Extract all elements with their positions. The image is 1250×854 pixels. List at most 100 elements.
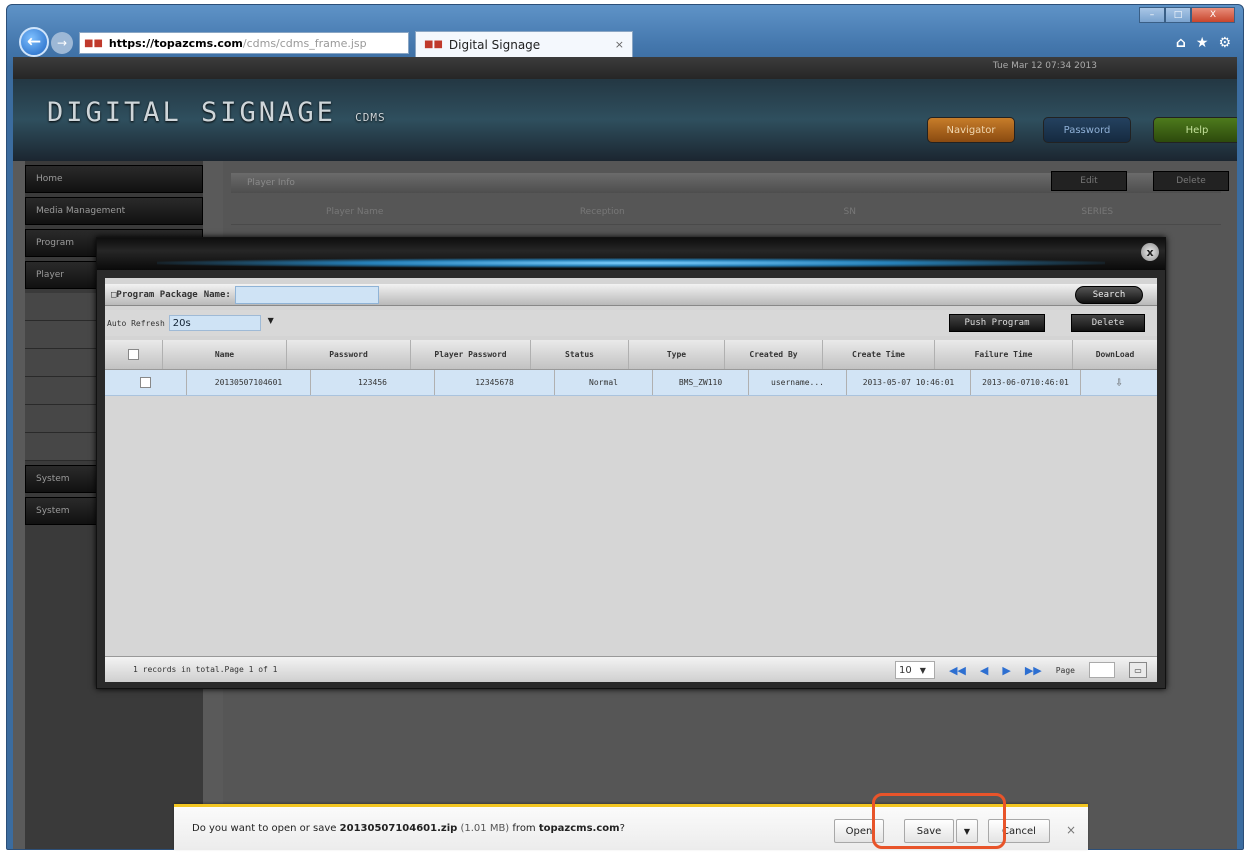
package-search-bar: □ Program Package Name: Search	[105, 284, 1157, 306]
download-filename: 20130507104601.zip	[339, 823, 458, 834]
auto-refresh-label: Auto Refresh	[107, 318, 165, 328]
pagination-bar: 1 records in total.Page 1 of 1 10 ▼ ◀◀ ◀ …	[105, 656, 1157, 682]
prompt-suffix: ?	[619, 823, 625, 834]
push-program-button[interactable]: Push Program	[949, 314, 1045, 332]
pagination-controls: 10 ▼ ◀◀ ◀ ▶ ▶▶ Page ▭	[894, 661, 1147, 679]
last-page-icon[interactable]: ▶▶	[1025, 664, 1042, 677]
cell-type: BMS_ZW110	[653, 370, 749, 395]
select-all-cell[interactable]	[105, 340, 163, 369]
col-header-create-time[interactable]: Create Time	[823, 340, 935, 369]
col-header-type[interactable]: Type	[629, 340, 725, 369]
col-header-password[interactable]: Password	[287, 340, 411, 369]
chevron-down-icon: ▼	[963, 826, 971, 836]
sidebar-item-home[interactable]: Home	[25, 165, 203, 193]
auto-refresh-value: 20s	[172, 317, 191, 329]
prompt-prefix: Do you want to open or save	[192, 823, 337, 834]
url-host: https://topazcms.com	[108, 36, 243, 50]
row-select-cell[interactable]	[105, 370, 187, 395]
save-options-button[interactable]: ▼	[956, 819, 978, 843]
prev-page-icon[interactable]: ◀	[980, 664, 988, 677]
table-row[interactable]: 20130507104601 123456 12345678 Normal BM…	[105, 370, 1157, 396]
bg-col-header: SN	[843, 206, 856, 217]
row-checkbox[interactable]	[140, 377, 151, 388]
modal-close-icon[interactable]: x	[1141, 243, 1159, 261]
program-package-modal: x □ Program Package Name: Search Auto Re…	[96, 237, 1166, 689]
home-icon[interactable]: ⌂	[1176, 35, 1186, 51]
address-bar[interactable]: ■■ https://topazcms.com /cdms/cdms_frame…	[79, 32, 409, 54]
download-notification-bar: Do you want to open or save 201305071046…	[174, 804, 1088, 850]
name-search-input[interactable]	[234, 285, 379, 304]
tab-digital-signage[interactable]: ■■ Digital Signage ×	[415, 31, 633, 57]
col-header-created-by[interactable]: Created By	[725, 340, 823, 369]
page-number-input[interactable]	[1089, 662, 1115, 678]
download-prompt: Do you want to open or save 201305071046…	[192, 823, 625, 834]
favorites-star-icon[interactable]: ★	[1196, 35, 1209, 51]
minimize-button[interactable]: –	[1139, 7, 1165, 23]
cell-create-time: 2013-05-07 10:46:01	[847, 370, 971, 395]
first-page-icon[interactable]: ◀◀	[949, 664, 966, 677]
bg-delete-button[interactable]: Delete	[1153, 171, 1229, 191]
brand-subtitle: CDMS	[355, 111, 386, 124]
tools-gear-icon[interactable]: ⚙	[1218, 35, 1231, 51]
chevron-down-icon[interactable]: ▼	[268, 316, 274, 325]
bg-edit-button[interactable]: Edit	[1051, 171, 1127, 191]
next-page-icon[interactable]: ▶	[1002, 664, 1010, 677]
delete-button[interactable]: Delete	[1071, 314, 1145, 332]
name-label: Name:	[203, 289, 231, 300]
cell-status: Normal	[555, 370, 653, 395]
table-empty-area	[105, 396, 1157, 656]
back-button[interactable]: ←	[19, 27, 49, 57]
password-button[interactable]: Password	[1043, 117, 1131, 143]
topbar-date: Tue Mar 12 07:34 2013	[992, 61, 1097, 71]
help-button[interactable]: Help	[1153, 117, 1237, 143]
save-button[interactable]: Save	[904, 819, 954, 843]
bg-col-header: SERIES	[1081, 206, 1114, 217]
tab-close-icon[interactable]: ×	[615, 38, 624, 51]
cell-name: 20130507104601	[187, 370, 311, 395]
bg-col-header: Player Name	[326, 206, 384, 217]
col-header-download[interactable]: DownLoad	[1073, 340, 1157, 369]
arrow-left-icon: ←	[26, 32, 42, 52]
col-header-status[interactable]: Status	[531, 340, 629, 369]
open-button[interactable]: Open	[834, 819, 884, 843]
go-page-icon[interactable]: ▭	[1129, 662, 1147, 678]
modal-body: □ Program Package Name: Search Auto Refr…	[105, 278, 1157, 682]
page-size-select[interactable]: 10 ▼	[894, 661, 935, 679]
close-window-button[interactable]: X	[1191, 7, 1235, 23]
page-label: Page	[1055, 665, 1075, 675]
brand-title: DIGITAL SIGNAGE	[47, 97, 336, 128]
col-header-name[interactable]: Name	[163, 340, 287, 369]
modal-titlebar	[97, 238, 1165, 270]
brand-logo: DIGITAL SIGNAGE CDMS	[47, 97, 386, 128]
url-path: /cdms/cdms_frame.jsp	[242, 36, 367, 50]
download-icon[interactable]: ⇩	[1115, 375, 1123, 390]
cell-created-by: username...	[749, 370, 847, 395]
cancel-button[interactable]: Cancel	[988, 819, 1050, 843]
col-header-player-password[interactable]: Player Password	[411, 340, 531, 369]
package-label: Program Package	[116, 289, 198, 300]
app-topbar: Tue Mar 12 07:34 2013	[13, 57, 1237, 79]
cell-download: ⇩	[1081, 370, 1157, 395]
package-table-header: Name Password Player Password Status Typ…	[105, 340, 1157, 370]
sidebar-item-media[interactable]: Media Management	[25, 197, 203, 225]
cell-password: 123456	[311, 370, 435, 395]
col-header-failure-time[interactable]: Failure Time	[935, 340, 1073, 369]
maximize-button[interactable]: □	[1165, 7, 1191, 23]
auto-refresh-select[interactable]: 20s ▼	[168, 315, 274, 331]
app-header: Tue Mar 12 07:34 2013 DIGITAL SIGNAGE CD…	[13, 57, 1237, 161]
site-icon: ■■	[84, 37, 103, 49]
bg-col-header: Reception	[579, 206, 625, 217]
close-notification-icon[interactable]: ×	[1066, 823, 1076, 837]
cell-failure-time: 2013-06-0710:46:01	[971, 370, 1081, 395]
download-host: topazcms.com	[538, 823, 620, 834]
download-size: (1.01 MB)	[460, 823, 510, 834]
navigator-button[interactable]: Navigator	[927, 117, 1015, 143]
search-button[interactable]: Search	[1075, 286, 1143, 304]
tab-site-icon: ■■	[424, 39, 443, 50]
chevron-down-icon[interactable]: ▼	[920, 666, 926, 675]
bg-table-header: Player Name Reception SN SERIES	[231, 199, 1221, 225]
select-all-checkbox[interactable]	[128, 349, 139, 360]
browser-toolbar: ⌂ ★ ⚙	[1176, 35, 1231, 51]
forward-button[interactable]: →	[51, 32, 73, 54]
arrow-right-icon: →	[56, 36, 68, 50]
